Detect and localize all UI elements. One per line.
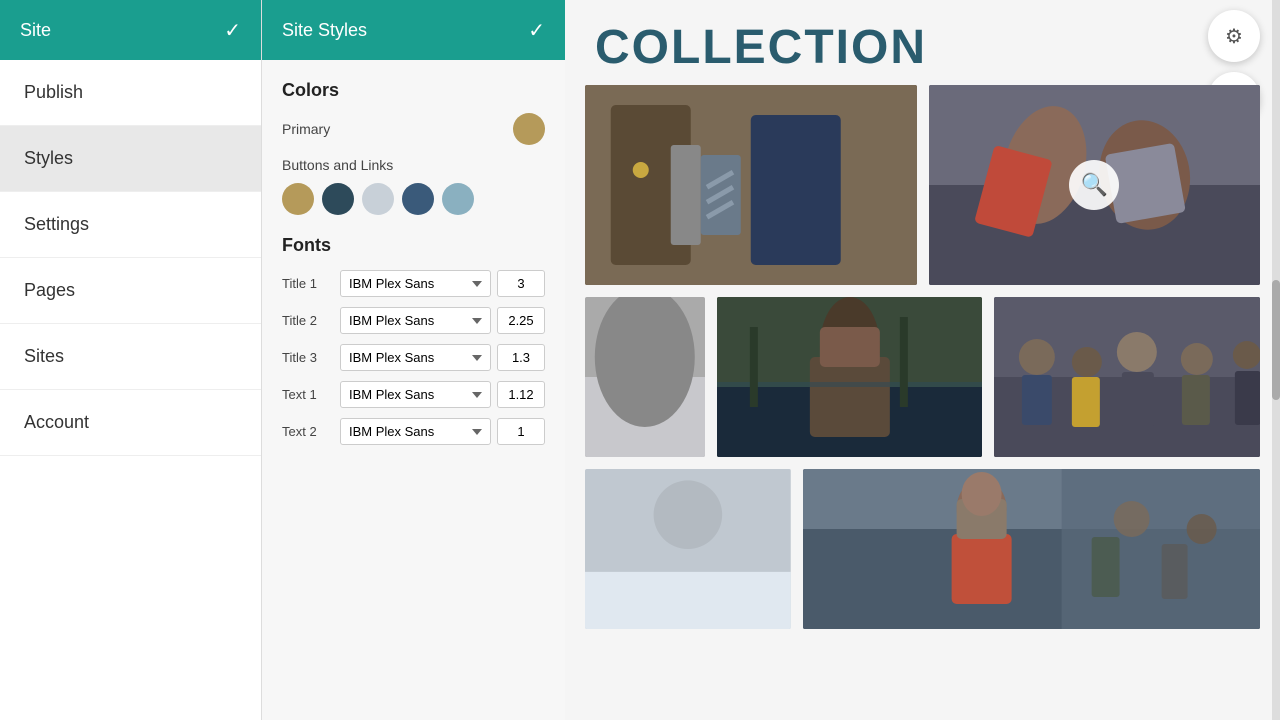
fonts-section-title: Fonts xyxy=(282,235,545,256)
styles-checkmark[interactable]: ✓ xyxy=(528,18,545,43)
font-row-title2: Title 2 IBM Plex Sans xyxy=(282,307,545,334)
font-label-title1: Title 1 xyxy=(282,276,334,291)
scrollbar-thumb[interactable] xyxy=(1272,280,1280,400)
font-size-text1[interactable] xyxy=(497,381,545,408)
sidebar: Site ✓ Publish Styles Settings Pages Sit… xyxy=(0,0,261,720)
sidebar-title: Site xyxy=(20,20,51,41)
font-select-title3[interactable]: IBM Plex Sans xyxy=(340,344,491,371)
photo-item-suit[interactable] xyxy=(585,85,917,285)
styles-title: Site Styles xyxy=(282,20,367,41)
colors-section-title: Colors xyxy=(282,80,545,101)
color-swatch-dark-blue[interactable] xyxy=(322,183,354,215)
sidebar-item-settings[interactable]: Settings xyxy=(0,192,261,258)
sidebar-header: Site ✓ xyxy=(0,0,261,60)
sidebar-item-sites[interactable]: Sites xyxy=(0,324,261,390)
gear-button[interactable]: ⚙ xyxy=(1208,10,1260,62)
color-swatches-row xyxy=(282,183,545,215)
color-swatch-light-blue[interactable] xyxy=(442,183,474,215)
font-select-title2[interactable]: IBM Plex Sans xyxy=(340,307,491,334)
styles-panel: Site Styles ✓ Colors Primary Buttons and… xyxy=(261,0,565,720)
sidebar-nav: Publish Styles Settings Pages Sites Acco… xyxy=(0,60,261,720)
sidebar-item-account[interactable]: Account xyxy=(0,390,261,456)
styles-content: Colors Primary Buttons and Links Fonts T… xyxy=(262,60,565,720)
font-size-title2[interactable] xyxy=(497,307,545,334)
font-select-text1[interactable]: IBM Plex Sans xyxy=(340,381,491,408)
sidebar-item-publish[interactable]: Publish xyxy=(0,60,261,126)
photo-row-2 xyxy=(565,297,1280,469)
photo-row-3 xyxy=(565,469,1280,641)
font-size-title3[interactable] xyxy=(497,344,545,371)
font-size-text2[interactable] xyxy=(497,418,545,445)
search-icon: 🔍 xyxy=(1081,172,1108,198)
photo-item-partial-bottom[interactable] xyxy=(585,469,791,629)
color-swatch-blue[interactable] xyxy=(402,183,434,215)
primary-color-row: Primary xyxy=(282,113,545,145)
font-select-text2[interactable]: IBM Plex Sans xyxy=(340,418,491,445)
buttons-links-label: Buttons and Links xyxy=(282,157,545,173)
main-content: ⚙ + COLLECTION xyxy=(565,0,1280,720)
font-label-title3: Title 3 xyxy=(282,350,334,365)
sidebar-checkmark[interactable]: ✓ xyxy=(224,18,241,43)
font-row-text2: Text 2 IBM Plex Sans xyxy=(282,418,545,445)
color-swatch-light-gray[interactable] xyxy=(362,183,394,215)
search-overlay[interactable]: 🔍 xyxy=(1069,160,1119,210)
photo-item-crowd[interactable] xyxy=(994,297,1260,457)
photo-item-athlete[interactable] xyxy=(803,469,1260,629)
photo-athlete-svg xyxy=(803,469,1260,629)
sidebar-item-pages[interactable]: Pages xyxy=(0,258,261,324)
font-row-text1: Text 1 IBM Plex Sans xyxy=(282,381,545,408)
font-label-title2: Title 2 xyxy=(282,313,334,328)
sidebar-item-styles[interactable]: Styles xyxy=(0,126,261,192)
primary-color-swatch[interactable] xyxy=(513,113,545,145)
font-row-title3: Title 3 IBM Plex Sans xyxy=(282,344,545,371)
primary-label: Primary xyxy=(282,121,330,137)
photo-suit-svg xyxy=(585,85,917,285)
photo-row-1: 🔍 xyxy=(565,85,1280,297)
styles-header: Site Styles ✓ xyxy=(262,0,565,60)
collection-header: COLLECTION xyxy=(565,0,1280,85)
gear-icon: ⚙ xyxy=(1225,24,1243,49)
photo-item-woman-lake[interactable] xyxy=(717,297,983,457)
collection-title: COLLECTION xyxy=(595,20,1250,75)
main-scrollbar[interactable] xyxy=(1272,0,1280,720)
font-label-text2: Text 2 xyxy=(282,424,334,439)
photo-partial-bottom-svg xyxy=(585,469,791,629)
photo-partial-svg xyxy=(585,297,705,457)
photo-crowd-svg xyxy=(994,297,1260,457)
color-swatch-tan[interactable] xyxy=(282,183,314,215)
font-size-title1[interactable] xyxy=(497,270,545,297)
photo-item-girls[interactable]: 🔍 xyxy=(929,85,1261,285)
photo-woman-lake-svg xyxy=(717,297,983,457)
font-label-text1: Text 1 xyxy=(282,387,334,402)
photo-item-partial-left[interactable] xyxy=(585,297,705,457)
font-select-title1[interactable]: IBM Plex Sans xyxy=(340,270,491,297)
fonts-section: Fonts Title 1 IBM Plex Sans Title 2 IBM … xyxy=(282,235,545,445)
font-row-title1: Title 1 IBM Plex Sans xyxy=(282,270,545,297)
